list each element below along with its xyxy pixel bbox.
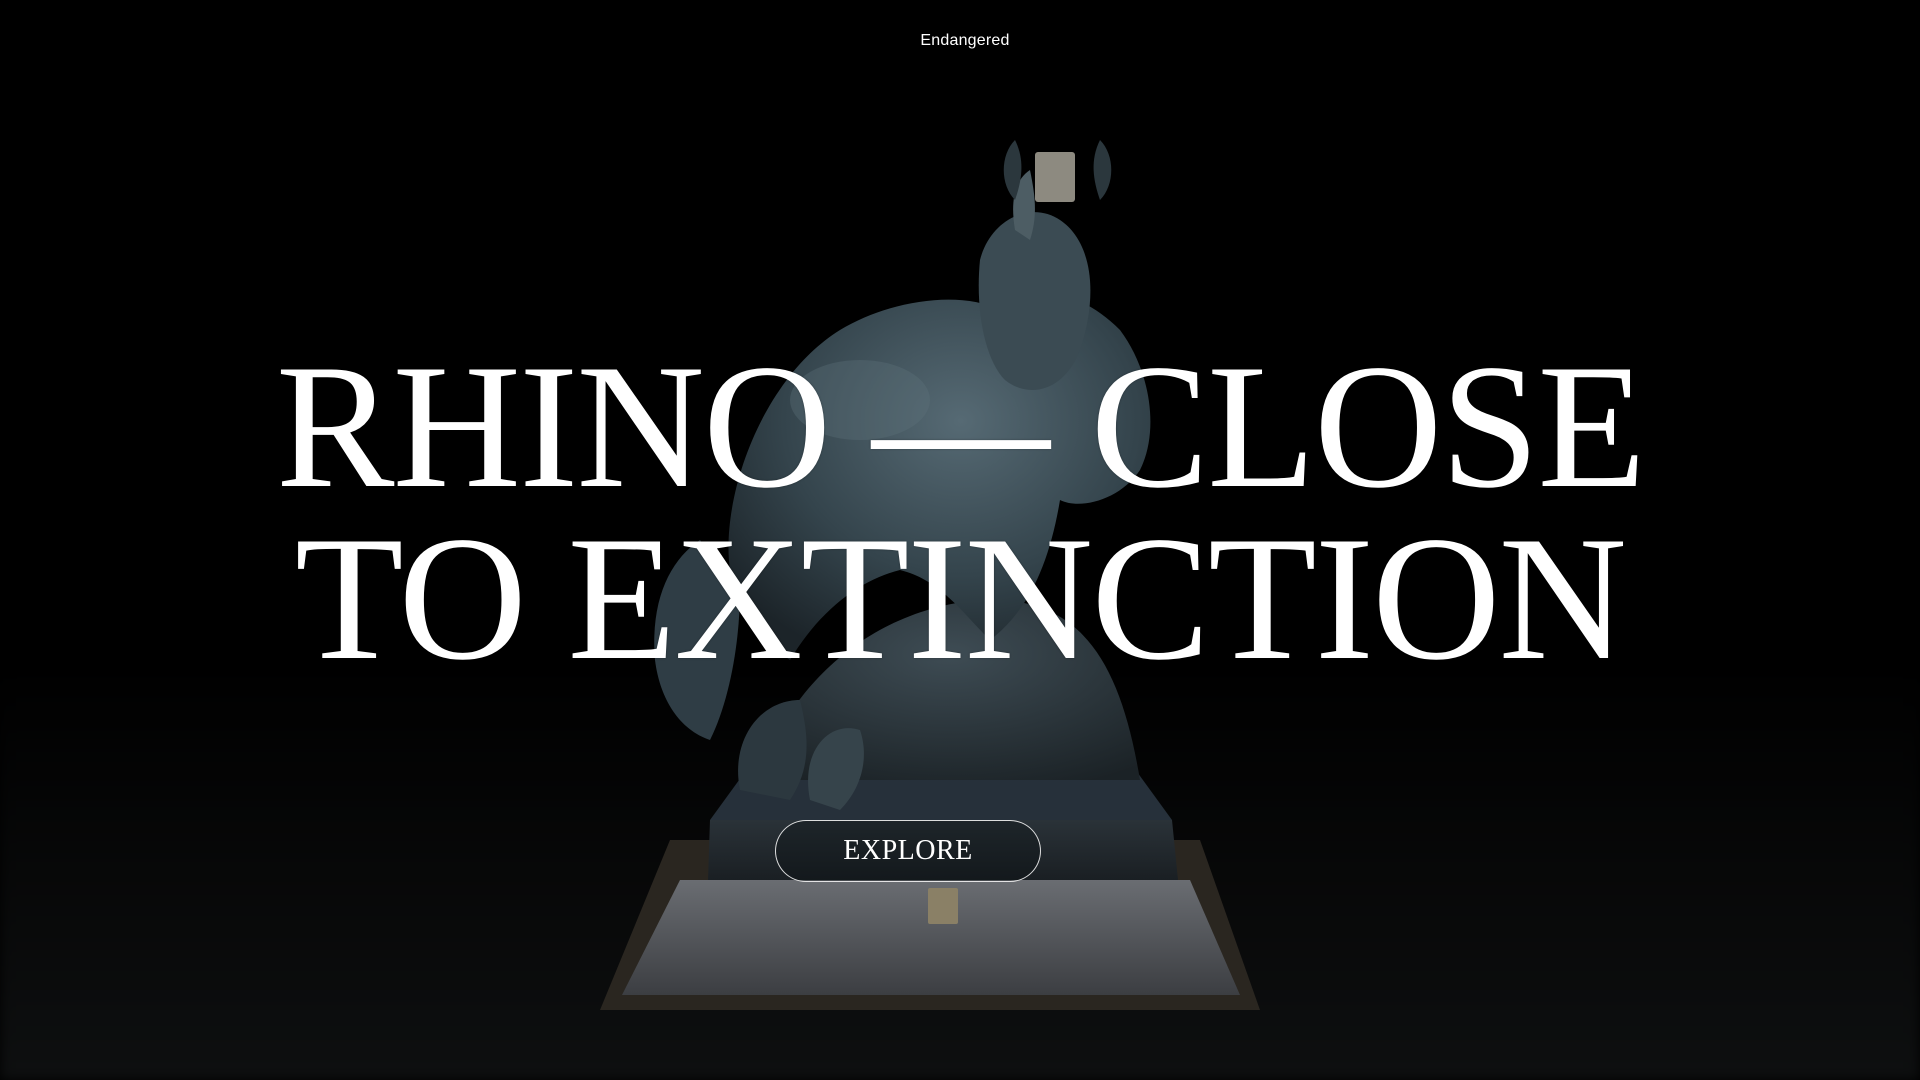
explore-button[interactable]: EXPLORE	[775, 820, 1041, 882]
hero-stage: Endangered RHINO — CLOSE TO EXTINCTION E…	[0, 0, 1920, 1080]
category-label: Endangered	[920, 32, 1010, 49]
headline-line-2: TO EXTINCTION	[294, 499, 1627, 697]
headline-line-1: RHINO — CLOSE	[275, 327, 1646, 525]
hero-headline: RHINO — CLOSE TO EXTINCTION	[0, 327, 1920, 697]
